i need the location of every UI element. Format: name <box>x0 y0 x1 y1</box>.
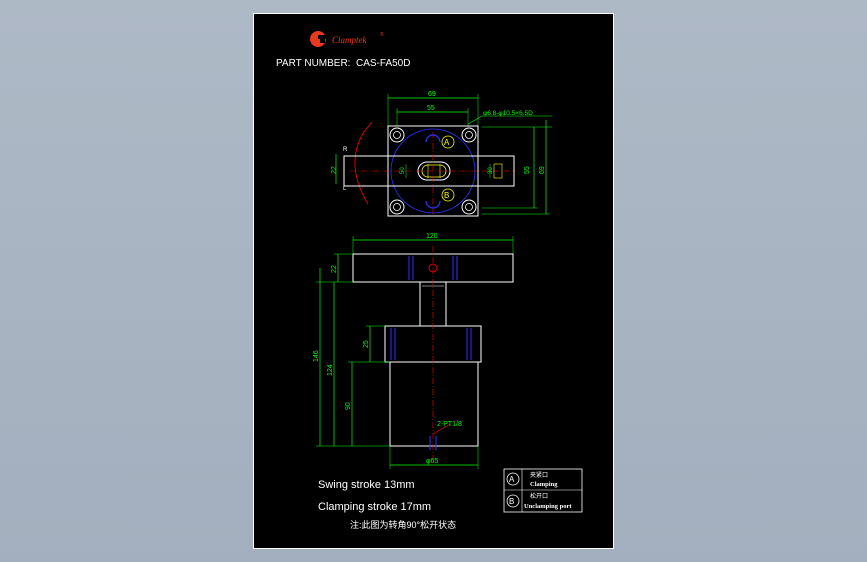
svg-text:®: ® <box>380 31 384 38</box>
cad-drawing: Clamptek ® PART NUMBER: CAS-FA50D 69 55 … <box>276 31 583 530</box>
svg-text:120: 120 <box>426 233 438 240</box>
svg-text:146: 146 <box>313 350 320 362</box>
svg-text:69: 69 <box>428 91 436 98</box>
svg-text:22: 22 <box>331 166 338 174</box>
part-number-label: PART NUMBER: <box>276 58 350 69</box>
svg-text:90: 90 <box>345 402 352 410</box>
svg-text:L: L <box>343 186 347 192</box>
svg-text:30: 30 <box>488 167 494 174</box>
svg-text:松开口: 松开口 <box>530 492 548 500</box>
svg-text:A: A <box>509 475 515 484</box>
svg-text:22: 22 <box>331 265 338 273</box>
part-number-value: CAS-FA50D <box>356 58 410 69</box>
svg-text:B: B <box>509 497 514 506</box>
svg-text:R: R <box>343 147 348 153</box>
top-view: 69 55 φ6.8-φ10.5×6.5D 55 69 22 R L A B 5… <box>331 91 552 217</box>
hole-note: φ6.8-φ10.5×6.5D <box>483 110 533 117</box>
svg-text:Unclamping port: Unclamping port <box>524 503 572 510</box>
port-a-marker: A <box>444 138 450 147</box>
drawing-sheet: Clamptek ® PART NUMBER: CAS-FA50D 69 55 … <box>253 13 614 549</box>
port-legend: A 夹紧口 Clamping B 松开口 Unclamping port <box>503 468 583 513</box>
footnote: 注:此图为转角90°松开状态 <box>350 519 456 530</box>
svg-text:Clamping: Clamping <box>530 481 558 488</box>
brand-name: Clamptek <box>332 35 367 45</box>
svg-text:69: 69 <box>539 166 546 174</box>
svg-text:55: 55 <box>427 105 435 112</box>
port-note: 2-PT1/8 <box>437 421 462 428</box>
svg-text:夹紧口: 夹紧口 <box>530 471 548 479</box>
clamptek-logo: Clamptek ® <box>310 31 384 47</box>
svg-text:55: 55 <box>524 166 531 174</box>
svg-text:φ65: φ65 <box>426 458 438 465</box>
svg-text:124: 124 <box>327 364 334 376</box>
svg-text:50: 50 <box>400 167 406 174</box>
svg-text:25: 25 <box>363 340 370 348</box>
clamping-stroke-note: Clamping stroke 17mm <box>318 501 431 513</box>
side-view: 120 2-PT1/8 146 124 22 90 25 φ65 <box>313 233 514 469</box>
swing-stroke-note: Swing stroke 13mm <box>318 479 415 491</box>
port-b-marker: B <box>444 191 449 200</box>
